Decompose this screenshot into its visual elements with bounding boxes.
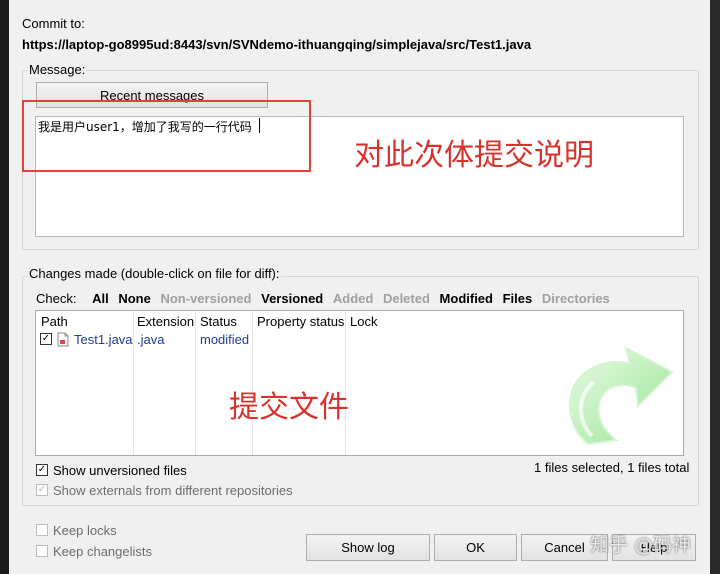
row-status: modified — [200, 332, 250, 347]
window-edge-right — [710, 0, 720, 574]
commit-to-label: Commit to: — [22, 16, 85, 31]
column-header-lock[interactable]: Lock — [350, 314, 377, 329]
column-header-property-status[interactable]: Property status — [257, 314, 344, 329]
row-extension: .java — [137, 332, 165, 347]
show-externals-checkbox[interactable]: ✓ — [36, 484, 48, 496]
filter-modified[interactable]: Modified — [440, 291, 493, 306]
filter-files[interactable]: Files — [503, 291, 533, 306]
watermark: 知乎 @码神 — [590, 534, 692, 556]
files-annotation: 提交文件 — [229, 390, 349, 425]
keep-changelists-checkbox[interactable] — [36, 545, 48, 557]
filter-versioned[interactable]: Versioned — [261, 291, 323, 306]
filter-added[interactable]: Added — [333, 291, 373, 306]
column-header-status[interactable]: Status — [200, 314, 237, 329]
selection-info: 1 files selected, 1 files total — [534, 460, 690, 475]
column-header-extension[interactable]: Extension — [137, 314, 194, 329]
row-checkbox[interactable]: ✓ — [40, 333, 52, 345]
changes-group-label: Changes made (double-click on file for d… — [28, 266, 281, 281]
column-header-path[interactable]: Path — [41, 314, 68, 329]
message-group-label: Message: — [28, 62, 87, 77]
check-filter-row: Check: All None Non-versioned Versioned … — [36, 291, 616, 306]
commit-url: https://laptop-go8995ud:8443/svn/SVNdemo… — [22, 37, 532, 52]
show-unversioned-checkbox[interactable]: ✓ — [36, 464, 48, 476]
filter-none[interactable]: None — [118, 291, 151, 306]
ok-button[interactable]: OK — [434, 534, 517, 561]
show-log-button[interactable]: Show log — [306, 534, 430, 561]
show-unversioned-label: Show unversioned files — [53, 463, 187, 478]
filter-non-versioned[interactable]: Non-versioned — [160, 291, 251, 306]
annotation-box — [22, 100, 311, 172]
keep-changelists-label: Keep changelists — [53, 544, 153, 559]
show-externals-label: Show externals from different repositori… — [53, 483, 293, 498]
window-edge-left — [0, 0, 9, 574]
filter-directories[interactable]: Directories — [542, 291, 610, 306]
keep-locks-checkbox[interactable] — [36, 524, 48, 536]
message-annotation: 对此次体提交说明 — [354, 138, 594, 173]
java-file-icon — [57, 332, 69, 347]
commit-arrow-icon — [568, 346, 674, 446]
filter-all[interactable]: All — [92, 291, 109, 306]
keep-locks-label: Keep locks — [53, 523, 117, 538]
filter-deleted[interactable]: Deleted — [383, 291, 430, 306]
row-path: Test1.java — [74, 332, 133, 347]
check-label: Check: — [36, 291, 77, 306]
